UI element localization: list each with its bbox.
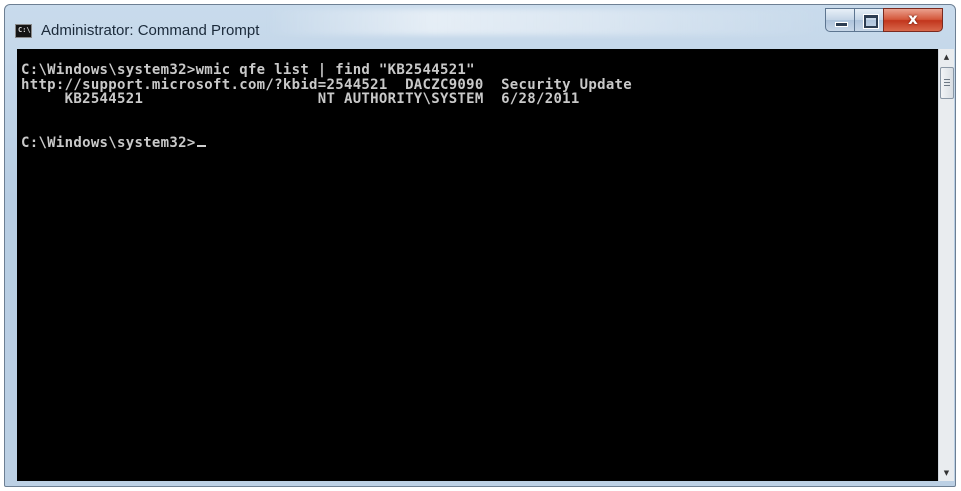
minimize-icon	[835, 22, 848, 27]
title-bar[interactable]: C:\ Administrator: Command Prompt x	[5, 5, 955, 47]
console-output[interactable]: C:\Windows\system32>wmic qfe list | find…	[17, 49, 938, 481]
text-cursor	[196, 144, 206, 147]
minimize-button[interactable]	[825, 8, 855, 32]
maximize-button[interactable]	[854, 8, 884, 32]
cmd-icon-text: C:\	[18, 26, 31, 34]
scroll-up-arrow-icon[interactable]: ▲	[939, 49, 954, 65]
console-prompt: C:\Windows\system32>	[21, 134, 196, 151]
window-title: Administrator: Command Prompt	[41, 22, 260, 39]
close-icon: x	[908, 10, 918, 28]
console-line: KB2544521 NT AUTHORITY\SYSTEM 6/28/2011	[21, 91, 580, 107]
command-prompt-window: C:\ Administrator: Command Prompt x C:\W…	[4, 4, 956, 487]
scroll-thumb[interactable]	[940, 67, 954, 99]
scroll-down-arrow-icon[interactable]: ▼	[939, 465, 954, 481]
cmd-icon[interactable]: C:\	[15, 24, 32, 38]
title-bar-sheen	[265, 9, 825, 35]
maximize-icon	[864, 15, 878, 28]
grip-line	[944, 82, 950, 83]
grip-line	[944, 79, 950, 80]
close-button[interactable]: x	[883, 8, 943, 32]
vertical-scrollbar[interactable]: ▲ ▼	[938, 49, 954, 481]
grip-line	[944, 85, 950, 86]
